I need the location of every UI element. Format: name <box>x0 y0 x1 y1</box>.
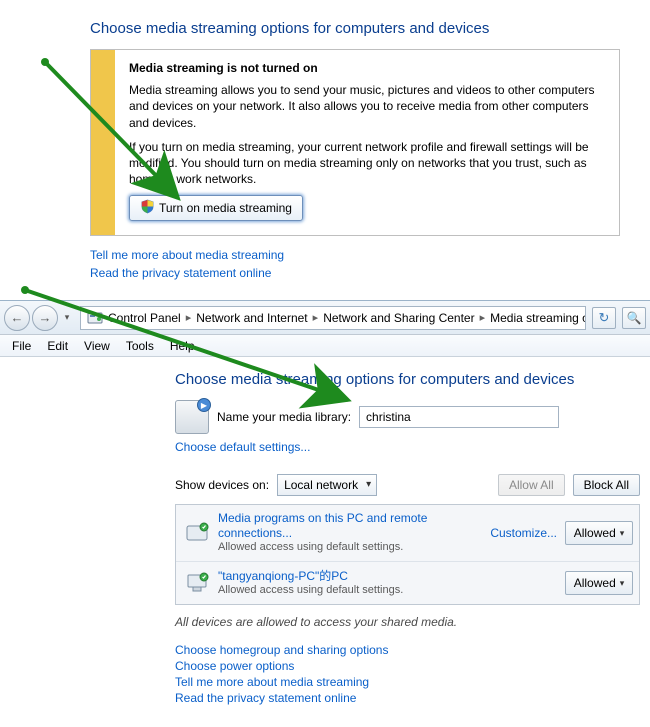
menu-bar: File Edit View Tools Help <box>0 335 650 357</box>
library-name-input[interactable] <box>359 406 559 428</box>
chevron-right-icon[interactable]: ▸ <box>477 311 489 324</box>
menu-tools[interactable]: Tools <box>118 337 162 355</box>
forward-button[interactable]: → <box>32 305 58 331</box>
page-heading: Choose media streaming options for compu… <box>175 371 640 388</box>
breadcrumb-item[interactable]: Network and Sharing Center <box>321 311 476 325</box>
refresh-button[interactable]: ↻ <box>592 307 616 329</box>
back-arrow-icon: ← <box>11 310 24 325</box>
privacy-link[interactable]: Read the privacy statement online <box>90 266 271 280</box>
device-row: Media programs on this PC and remote con… <box>176 505 639 561</box>
device-title-link[interactable]: "tangyanqiong-PC"的PC <box>218 569 565 584</box>
learn-more-link[interactable]: Tell me more about media streaming <box>175 675 640 689</box>
refresh-icon: ↻ <box>599 310 610 326</box>
learn-more-link[interactable]: Tell me more about media streaming <box>90 248 284 262</box>
explorer-window: ← → ▾ Control Panel ▸ Network and Intern… <box>0 300 650 727</box>
chevron-right-icon[interactable]: ▸ <box>183 311 195 324</box>
allowed-dropdown[interactable]: Allowed <box>565 571 633 595</box>
info-accent-bar <box>91 50 115 235</box>
device-list: Media programs on this PC and remote con… <box>175 504 640 605</box>
info-paragraph: If you turn on media streaming, your cur… <box>129 139 605 188</box>
footer-links: Choose homegroup and sharing options Cho… <box>175 643 640 705</box>
library-name-label: Name your media library: <box>217 410 351 424</box>
turn-on-button-label: Turn on media streaming <box>159 200 292 216</box>
menu-edit[interactable]: Edit <box>39 337 76 355</box>
summary-text: All devices are allowed to access your s… <box>175 615 640 629</box>
show-devices-value: Local network <box>284 478 358 492</box>
shield-icon <box>140 199 155 218</box>
info-title: Media streaming is not turned on <box>129 60 605 76</box>
info-paragraph: Media streaming allows you to send your … <box>129 82 605 131</box>
forward-arrow-icon: → <box>39 310 52 325</box>
breadcrumb-item[interactable]: Media streaming options <box>488 311 586 325</box>
privacy-link[interactable]: Read the privacy statement online <box>175 691 640 705</box>
menu-help[interactable]: Help <box>162 337 203 355</box>
device-subtitle: Allowed access using default settings. <box>218 584 565 598</box>
chevron-right-icon[interactable]: ▸ <box>310 311 322 324</box>
show-devices-label: Show devices on: <box>175 478 269 492</box>
search-button[interactable]: 🔍 <box>622 307 646 329</box>
device-subtitle: Allowed access using default settings. <box>218 541 490 555</box>
breadcrumb-item[interactable]: Network and Internet <box>194 311 309 325</box>
search-icon: 🔍 <box>627 311 642 325</box>
homegroup-link[interactable]: Choose homegroup and sharing options <box>175 643 640 657</box>
media-library-icon: ▶ <box>175 400 211 434</box>
show-devices-select[interactable]: Local network <box>277 474 377 496</box>
customize-link[interactable]: Customize... <box>490 526 557 540</box>
history-dropdown[interactable]: ▾ <box>60 309 74 327</box>
allowed-dropdown[interactable]: Allowed <box>565 521 633 545</box>
choose-defaults-link[interactable]: Choose default settings... <box>175 440 310 454</box>
menu-file[interactable]: File <box>4 337 39 355</box>
nav-toolbar: ← → ▾ Control Panel ▸ Network and Intern… <box>0 301 650 335</box>
back-button[interactable]: ← <box>4 305 30 331</box>
device-icon <box>182 518 212 548</box>
page-heading: Choose media streaming options for compu… <box>90 20 620 37</box>
allow-all-button[interactable]: Allow All <box>498 474 565 496</box>
power-options-link[interactable]: Choose power options <box>175 659 640 673</box>
menu-view[interactable]: View <box>76 337 118 355</box>
breadcrumb-bar[interactable]: Control Panel ▸ Network and Internet ▸ N… <box>80 306 586 330</box>
control-panel-icon <box>87 310 103 326</box>
device-icon <box>182 568 212 598</box>
device-title-link[interactable]: Media programs on this PC and remote con… <box>218 511 490 541</box>
info-panel: Media streaming is not turned on Media s… <box>90 49 620 236</box>
breadcrumb-item[interactable]: Control Panel <box>106 311 183 325</box>
turn-on-media-streaming-button[interactable]: Turn on media streaming <box>129 195 303 221</box>
block-all-button[interactable]: Block All <box>573 474 640 496</box>
device-row: "tangyanqiong-PC"的PC Allowed access usin… <box>176 561 639 604</box>
